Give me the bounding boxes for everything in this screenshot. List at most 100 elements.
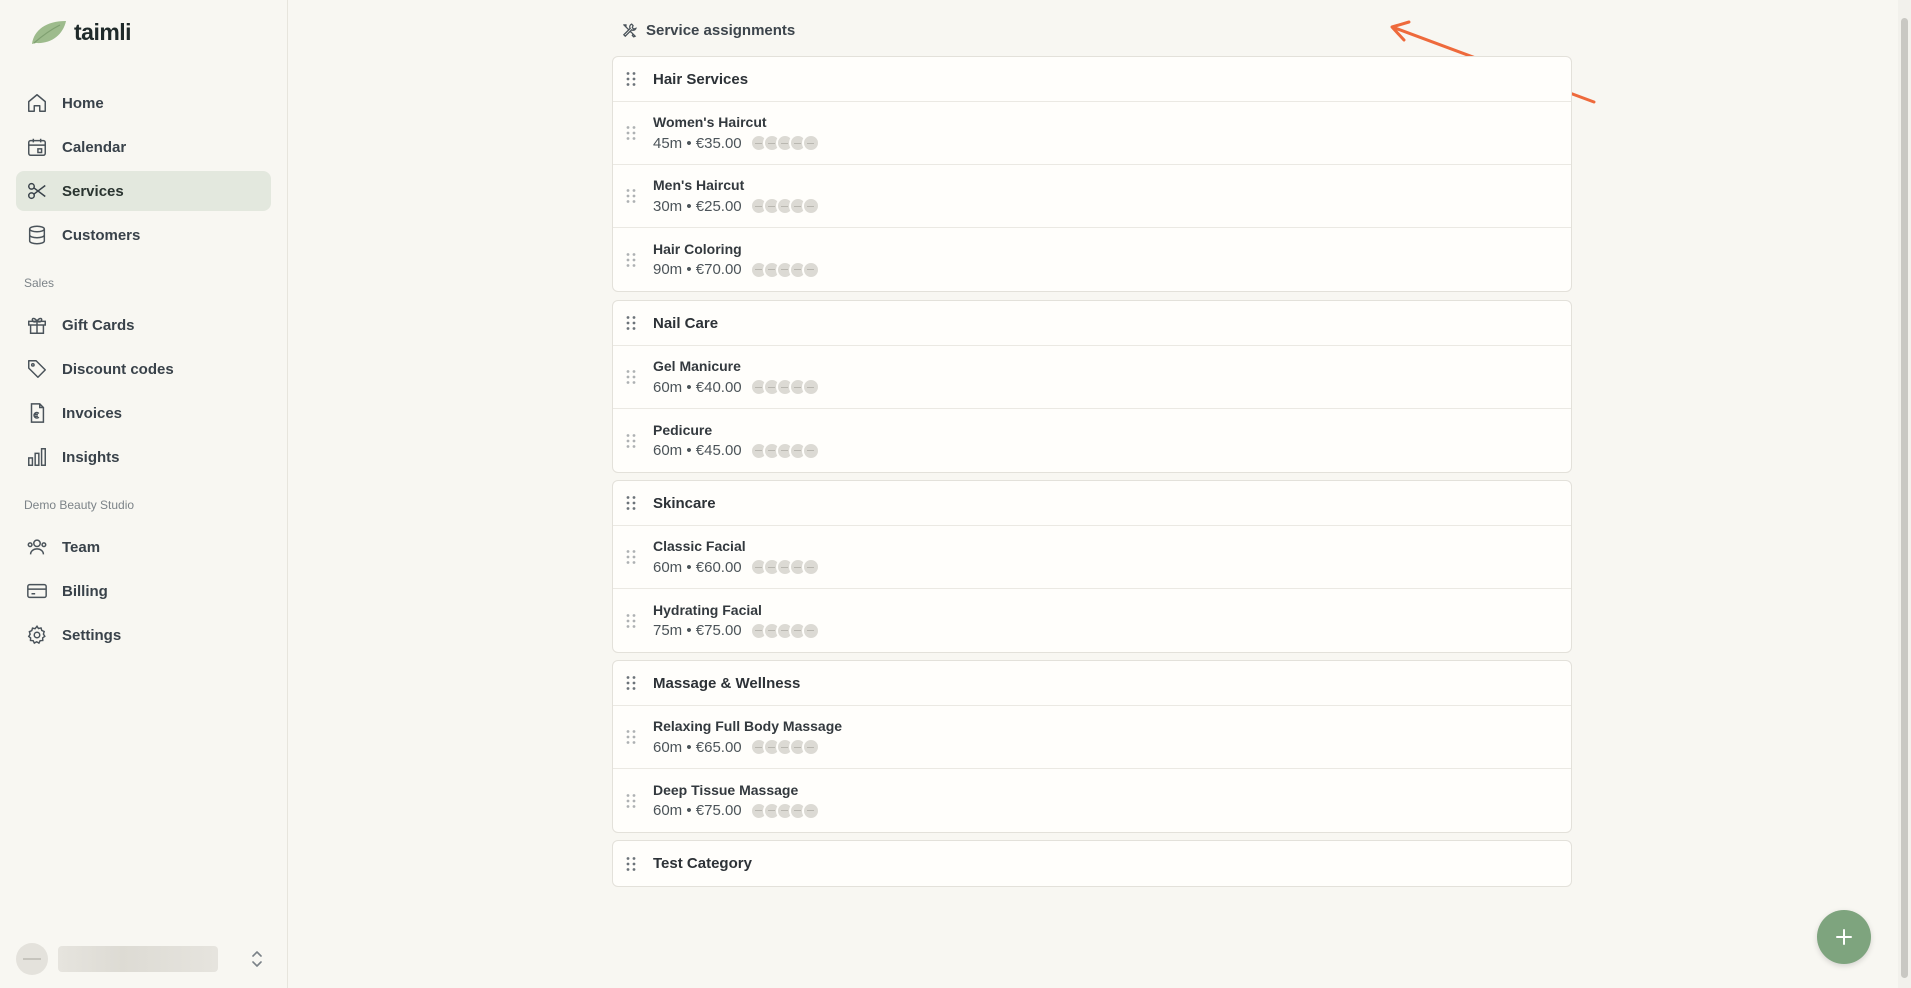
service-name: Hair Coloring [653, 240, 742, 257]
category-header[interactable]: Massage & Wellness [613, 661, 1571, 706]
sidebar-item-label: Customers [62, 226, 141, 244]
service-meta: 75m • €75.00 [653, 621, 820, 640]
gift-icon [28, 317, 46, 334]
category-test-category: Test Category [612, 840, 1572, 887]
service-name: Classic Facial [653, 538, 746, 554]
sidebar-item-label: Services [62, 182, 124, 200]
sidebar-item-customers[interactable]: Customers [16, 215, 271, 255]
drag-handle-icon[interactable] [624, 315, 638, 331]
list-item[interactable]: Relaxing Full Body Massage 60m • €65.00 [613, 706, 1571, 769]
avatar [16, 943, 48, 975]
category-massage-wellness: Massage & Wellness Relaxing Full Body Ma… [612, 660, 1572, 833]
category-hair-services: Hair Services Women's Haircut 45m • €35.… [612, 56, 1572, 292]
sidebar-item-label: Home [62, 94, 104, 112]
drag-handle-icon[interactable] [624, 369, 638, 385]
nav-section-studio: Demo Beauty Studio [24, 498, 135, 512]
account-switcher[interactable] [16, 943, 271, 975]
drag-handle-icon[interactable] [624, 188, 638, 204]
gear-icon [27, 625, 46, 645]
home-icon [28, 94, 46, 112]
list-item[interactable]: Hair Coloring 90m • €70.00 [613, 228, 1571, 291]
avatar [801, 801, 820, 820]
service-info: Hair Coloring 90m • €70.00 [653, 241, 820, 279]
avatar [801, 378, 820, 396]
service-meta: 60m • €45.00 [653, 441, 820, 460]
page-title-text: Service assignments [646, 22, 796, 39]
service-duration-price: 60m • €45.00 [653, 442, 742, 459]
sidebar-nav: Home Calendar Services Customers Sales G… [16, 83, 271, 659]
service-info: Pedicure 60m • €45.00 [653, 422, 820, 460]
sidebar: taimli Home Calendar Services Customers … [0, 0, 288, 988]
service-name: Gel Manicure [653, 358, 741, 374]
service-duration-price: 90m • €70.00 [653, 261, 742, 278]
drag-handle-icon[interactable] [624, 252, 638, 268]
tools-icon [622, 23, 637, 38]
list-item[interactable]: Pedicure 60m • €45.00 [613, 409, 1571, 472]
sidebar-item-settings[interactable]: Settings [16, 615, 271, 655]
brand-name: taimli [74, 18, 132, 45]
list-item[interactable]: Deep Tissue Massage 60m • €75.00 [613, 769, 1571, 832]
drag-handle-icon[interactable] [624, 549, 638, 565]
service-meta: 30m • €25.00 [653, 197, 820, 215]
sidebar-item-label: Discount codes [62, 360, 174, 378]
sidebar-item-billing[interactable]: Billing [16, 571, 271, 611]
sidebar-item-home[interactable]: Home [16, 83, 271, 123]
page-title: Service assignments [621, 22, 795, 39]
staff-avatars [749, 558, 820, 576]
avatar [801, 134, 820, 152]
avatar [801, 621, 820, 640]
category-header[interactable]: Skincare [613, 481, 1571, 526]
avatar [801, 558, 820, 576]
sidebar-item-insights[interactable]: Insights [16, 437, 271, 477]
list-item[interactable]: Women's Haircut 45m • €35.00 [613, 102, 1571, 165]
account-name-redacted [58, 946, 218, 972]
service-duration-price: 60m • €60.00 [653, 558, 742, 576]
sidebar-item-label: Settings [62, 626, 122, 644]
euro-document-icon [30, 403, 45, 423]
drag-handle-icon[interactable] [624, 71, 638, 87]
drag-handle-icon[interactable] [624, 613, 638, 629]
database-icon [28, 225, 46, 245]
avatar [801, 197, 820, 215]
sidebar-item-invoices[interactable]: Invoices [16, 393, 271, 433]
add-button[interactable] [1817, 910, 1871, 964]
drag-handle-icon[interactable] [624, 495, 638, 511]
plus-icon [1836, 929, 1852, 945]
service-meta: 90m • €70.00 [653, 260, 820, 279]
list-item[interactable]: Hydrating Facial 75m • €75.00 [613, 589, 1571, 652]
category-header[interactable]: Hair Services [613, 57, 1571, 102]
nav-section-sales: Sales [24, 276, 55, 290]
sidebar-item-label: Invoices [62, 404, 123, 422]
scrollbar[interactable] [1898, 0, 1911, 988]
category-title: Test Category [653, 855, 752, 872]
sidebar-item-gift-cards[interactable]: Gift Cards [16, 305, 271, 345]
category-header[interactable]: Nail Care [613, 301, 1571, 346]
service-info: Classic Facial 60m • €60.00 [653, 538, 820, 576]
scrollbar-thumb[interactable] [1901, 18, 1908, 978]
staff-avatars [749, 621, 820, 640]
service-info: Hydrating Facial 75m • €75.00 [653, 602, 820, 640]
drag-handle-icon[interactable] [624, 856, 638, 872]
list-item[interactable]: Gel Manicure 60m • €40.00 [613, 346, 1571, 409]
category-header[interactable]: Test Category [613, 841, 1571, 886]
service-duration-price: 30m • €25.00 [653, 197, 742, 215]
list-item[interactable]: Men's Haircut 30m • €25.00 [613, 165, 1571, 228]
category-nail-care: Nail Care Gel Manicure 60m • €40.00 Pedi… [612, 300, 1572, 473]
tag-icon [28, 360, 46, 378]
staff-avatars [749, 260, 820, 279]
drag-handle-icon[interactable] [624, 675, 638, 691]
sidebar-item-team[interactable]: Team [16, 527, 271, 567]
drag-handle-icon[interactable] [624, 793, 638, 809]
service-name: Hydrating Facial [653, 601, 762, 618]
drag-handle-icon[interactable] [624, 433, 638, 449]
drag-handle-icon[interactable] [624, 729, 638, 745]
sidebar-item-calendar[interactable]: Calendar [16, 127, 271, 167]
brand-logo[interactable]: taimli [30, 18, 132, 46]
staff-avatars [749, 378, 820, 396]
list-item[interactable]: Classic Facial 60m • €60.00 [613, 526, 1571, 589]
service-name: Relaxing Full Body Massage [653, 718, 843, 734]
drag-handle-icon[interactable] [624, 125, 638, 141]
sidebar-item-discount-codes[interactable]: Discount codes [16, 349, 271, 389]
sidebar-item-services[interactable]: Services [16, 171, 271, 211]
service-duration-price: 60m • €65.00 [653, 738, 742, 756]
